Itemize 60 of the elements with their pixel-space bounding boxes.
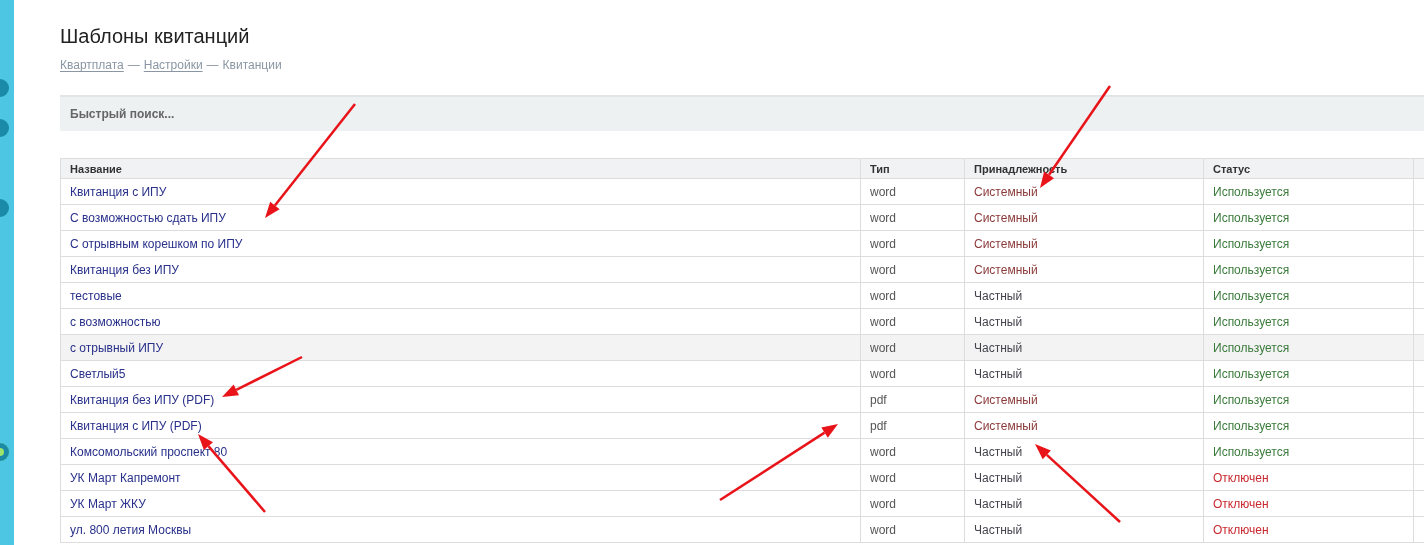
- table-cell: Используется: [1203, 178, 1414, 205]
- column-header[interactable]: Название: [60, 158, 861, 179]
- table-cell: Частный: [964, 308, 1204, 335]
- table-cell: Частный: [964, 334, 1204, 361]
- table-cell: word: [860, 464, 965, 491]
- template-link[interactable]: с возможностью: [60, 308, 861, 335]
- template-link[interactable]: Квитанция с ИПУ: [60, 178, 861, 205]
- template-link[interactable]: С отрывным корешком по ИПУ: [60, 230, 861, 257]
- template-link[interactable]: УК Март Капремонт: [60, 464, 861, 491]
- template-link[interactable]: с отрывный ИПУ: [60, 334, 861, 361]
- template-link[interactable]: Квитанция без ИПУ: [60, 256, 861, 283]
- template-link[interactable]: Светлый5: [60, 360, 861, 387]
- table-cell: Системный: [964, 230, 1204, 257]
- table-cell: Используется: [1203, 230, 1414, 257]
- table-cell: word: [860, 230, 965, 257]
- table-cell: Используется: [1203, 308, 1414, 335]
- table-cell: Используется: [1203, 360, 1414, 387]
- breadcrumb-current: Квитанции: [222, 57, 282, 73]
- table-cell: Используется: [1203, 282, 1414, 309]
- search-field[interactable]: Быстрый поиск...: [60, 95, 1424, 131]
- column-header[interactable]: Тип: [860, 158, 965, 179]
- table-cell: pdf: [860, 412, 965, 439]
- table-cell: word: [860, 178, 965, 205]
- table-cell: Используется: [1203, 386, 1414, 413]
- page-title: Шаблоны квитанций: [60, 24, 251, 48]
- table-cell: Частный: [964, 516, 1204, 543]
- table-cell: Системный: [964, 204, 1204, 231]
- table-cell: Частный: [964, 360, 1204, 387]
- template-link[interactable]: тестовые: [60, 282, 861, 309]
- table-cell: word: [860, 256, 965, 283]
- table-cell: word: [860, 516, 965, 543]
- table-cell: Отключен: [1203, 516, 1414, 543]
- table-cell: Частный: [964, 464, 1204, 491]
- table-cell: Используется: [1203, 334, 1414, 361]
- table-cell: Отключен: [1203, 464, 1414, 491]
- table-cell: word: [860, 438, 965, 465]
- breadcrumb-separator: —: [206, 57, 219, 73]
- table-cell: Используется: [1203, 438, 1414, 465]
- table-cell: word: [860, 490, 965, 517]
- table-cell: pdf: [860, 386, 965, 413]
- table-cell: Частный: [964, 282, 1204, 309]
- table-cell: word: [860, 360, 965, 387]
- table-cell: Системный: [964, 386, 1204, 413]
- table-cell: Используется: [1203, 412, 1414, 439]
- template-link[interactable]: УК Март ЖКУ: [60, 490, 861, 517]
- breadcrumb-separator: —: [127, 57, 140, 73]
- table-cell: word: [860, 334, 965, 361]
- template-link[interactable]: Квитанция без ИПУ (PDF): [60, 386, 861, 413]
- table-cell: Системный: [964, 256, 1204, 283]
- table-cell: Частный: [964, 490, 1204, 517]
- template-link[interactable]: ул. 800 летия Москвы: [60, 516, 861, 543]
- table-cell: Используется: [1203, 256, 1414, 283]
- table-cell: word: [860, 308, 965, 335]
- table-cell: word: [860, 204, 965, 231]
- table-cell: Отключен: [1203, 490, 1414, 517]
- table-cell: word: [860, 282, 965, 309]
- table-cell: Используется: [1203, 204, 1414, 231]
- column-header[interactable]: Статус: [1203, 158, 1414, 179]
- template-link[interactable]: С возможностью сдать ИПУ: [60, 204, 861, 231]
- table-cell: Системный: [964, 412, 1204, 439]
